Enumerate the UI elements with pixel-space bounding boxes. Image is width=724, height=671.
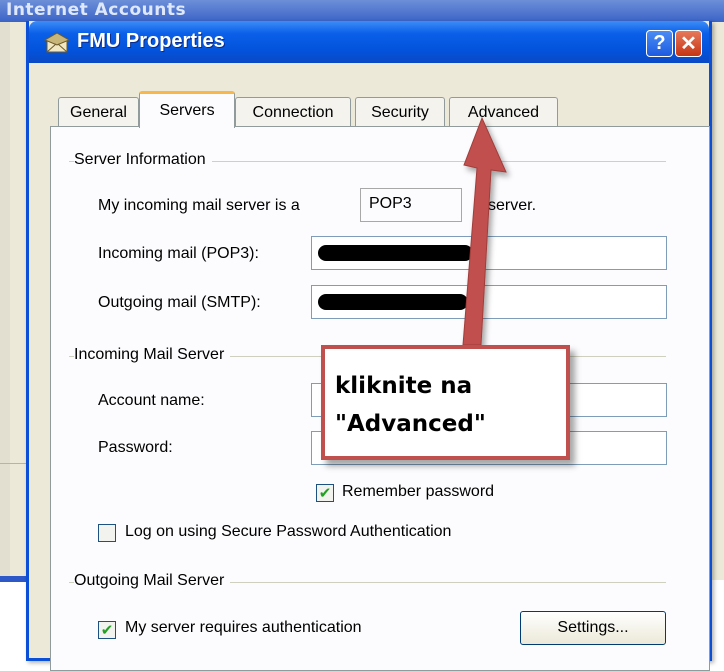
mail-account-icon — [44, 32, 70, 53]
incoming-type-prefix: My incoming mail server is a — [98, 197, 300, 214]
background-frame — [0, 22, 10, 582]
close-button[interactable]: ✕ — [675, 30, 702, 57]
tab-connection[interactable]: Connection — [235, 97, 351, 127]
background-window-title: Internet Accounts — [6, 0, 187, 20]
incoming-mail-label: Incoming mail (POP3): — [98, 245, 259, 262]
callout-line-1: kliknite na — [335, 373, 473, 399]
spa-checkbox[interactable] — [98, 524, 116, 542]
incoming-mail-input[interactable] — [311, 236, 667, 270]
remember-password-label[interactable]: Remember password — [342, 483, 494, 501]
spa-label[interactable]: Log on using Secure Password Authenticat… — [125, 523, 451, 541]
incoming-type-suffix: server. — [488, 197, 537, 214]
help-button[interactable]: ? — [646, 30, 673, 57]
server-info-heading: Server Information — [74, 151, 212, 169]
annotation-callout: kliknite na "Advanced" — [321, 345, 570, 460]
account-name-label: Account name: — [98, 392, 205, 409]
background-titlebar: Internet Accounts — [0, 0, 724, 22]
remember-password-checkbox[interactable]: ✔ — [316, 484, 334, 502]
dialog-titlebar[interactable]: FMU Properties ? ✕ — [29, 21, 709, 63]
tab-general[interactable]: General — [58, 97, 139, 127]
password-label: Password: — [98, 439, 173, 456]
outgoing-mail-label: Outgoing mail (SMTP): — [98, 294, 261, 311]
requires-auth-checkbox[interactable]: ✔ — [98, 621, 116, 639]
callout-line-2: "Advanced" — [335, 411, 486, 437]
incoming-server-heading: Incoming Mail Server — [74, 346, 231, 364]
redacted-scribble — [318, 294, 468, 310]
incoming-server-type: POP3 — [360, 188, 462, 222]
properties-dialog: FMU Properties ? ✕ General Servers Conne… — [26, 21, 712, 671]
outgoing-mail-input[interactable] — [311, 285, 667, 319]
requires-auth-label[interactable]: My server requires authentication — [125, 619, 362, 637]
dialog-title: FMU Properties — [77, 30, 225, 52]
tab-advanced[interactable]: Advanced — [449, 97, 558, 127]
outgoing-server-heading: Outgoing Mail Server — [74, 572, 231, 590]
tab-servers[interactable]: Servers — [139, 91, 235, 128]
tab-security[interactable]: Security — [355, 97, 445, 127]
settings-button[interactable]: Settings... — [520, 611, 666, 645]
redacted-scribble — [318, 245, 473, 261]
